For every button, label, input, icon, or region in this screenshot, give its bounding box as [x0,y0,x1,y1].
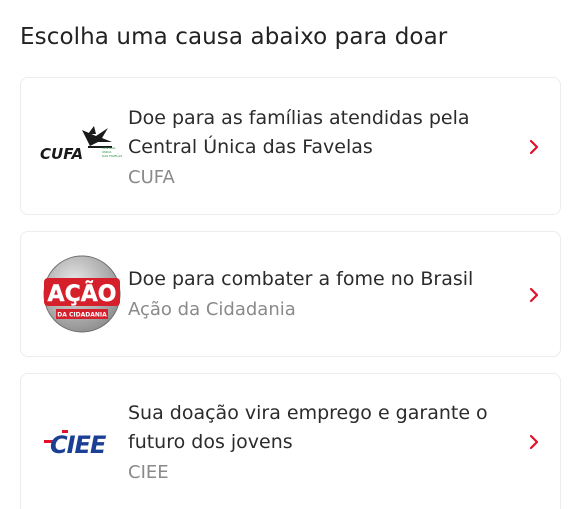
cause-title: Sua doação vira emprego e garante o futu… [128,399,520,457]
chevron-right-icon[interactable] [528,139,540,155]
ciee-wordmark: CIEE [50,431,107,459]
ciee-logo: CIEE [36,402,128,482]
cause-org: Ação da Cidadania [128,299,296,320]
acao-subtitle: DA CIDADANIA [57,312,107,319]
cause-title-line: Doe para as famílias atendidas pela [128,107,470,129]
donation-causes-screen: Escolha uma causa abaixo para doar CUFA … [0,0,582,509]
cufa-wordmark: CUFA [40,145,83,163]
cause-title-line: Doe para combater a fome no Brasil [128,268,474,290]
cause-text: Doe para combater a fome no Brasil Ação … [128,265,520,324]
cufa-logo: CUFA CENTRAL ÚNICA DAS FAVELAS [36,106,128,186]
cause-card-ciee[interactable]: CIEE Sua doação vira emprego e garante o… [20,373,561,509]
cause-title-line: Central Única das Favelas [128,136,373,158]
cause-card-cufa[interactable]: CUFA CENTRAL ÚNICA DAS FAVELAS Doe para … [20,77,561,215]
cause-title: Doe para combater a fome no Brasil [128,265,520,294]
acao-da-cidadania-logo: AÇÃO DA CIDADANIA [36,254,128,334]
page-title: Escolha uma causa abaixo para doar [20,24,448,50]
cause-org: CUFA [128,167,175,188]
chevron-right-icon[interactable] [528,434,540,450]
cause-card-acao-da-cidadania[interactable]: AÇÃO DA CIDADANIA Doe para combater a fo… [20,231,561,357]
svg-text:DAS FAVELAS: DAS FAVELAS [102,154,122,158]
cause-title: Doe para as famílias atendidas pela Cent… [128,104,520,162]
cause-text: Doe para as famílias atendidas pela Cent… [128,104,520,192]
cause-title-line: futuro dos jovens [128,431,293,453]
cause-org: CIEE [128,462,169,483]
cause-title-line: Sua doação vira emprego e garante o [128,402,488,424]
chevron-right-icon[interactable] [528,287,540,303]
acao-wordmark: AÇÃO [48,281,117,307]
cause-text: Sua doação vira emprego e garante o futu… [128,399,520,487]
